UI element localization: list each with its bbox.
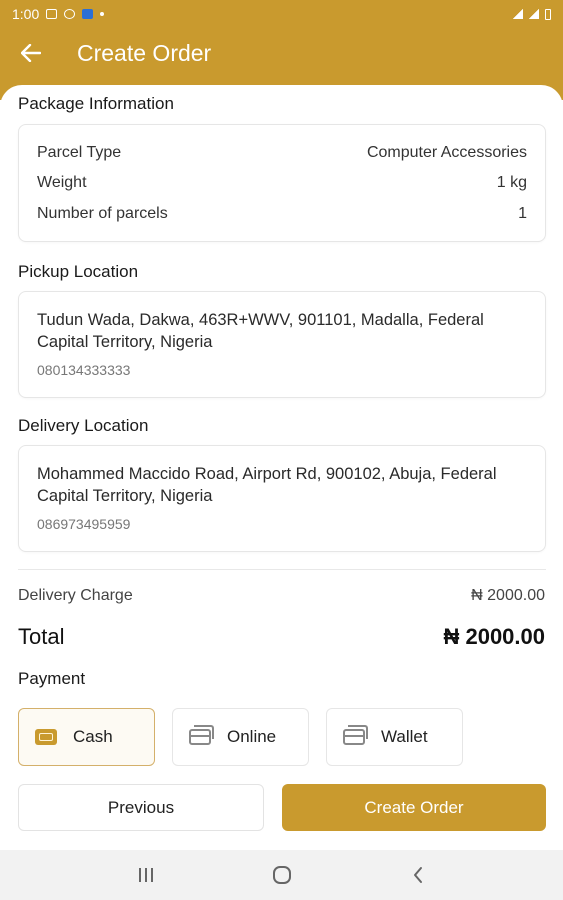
wifi-icon (513, 9, 523, 19)
order-sheet: Package Information Parcel Type Computer… (0, 85, 563, 850)
more-notifications-icon (100, 12, 105, 16)
card-icon (189, 725, 214, 745)
delivery-section-title: Delivery Location (18, 416, 149, 435)
pickup-phone: 080134333333 (37, 362, 131, 378)
delivery-location-card: Mohammed Maccido Road, Airport Rd, 90010… (18, 445, 546, 552)
previous-button[interactable]: Previous (18, 784, 264, 831)
status-time: 1:00 (12, 6, 40, 22)
payment-section-title: Payment (18, 669, 86, 688)
page-title: Create Order (77, 40, 212, 66)
weight-label: Weight (37, 174, 87, 191)
app-notification-icon-2 (82, 9, 94, 19)
pickup-section-title: Pickup Location (18, 262, 139, 281)
system-back-button[interactable] (398, 855, 438, 895)
parcel-count-row: Number of parcels 1 (37, 205, 527, 223)
divider (18, 569, 546, 570)
status-bar: 1:00 (0, 0, 563, 28)
cash-icon (35, 729, 57, 745)
chevron-left-icon (413, 867, 422, 883)
payment-option-label: Wallet (381, 727, 428, 746)
delivery-address: Mohammed Maccido Road, Airport Rd, 90010… (37, 465, 497, 505)
recent-apps-icon (138, 868, 153, 882)
weight-value: 1 kg (496, 174, 527, 191)
signal-icon (529, 9, 539, 19)
payment-option-online[interactable]: Online (172, 708, 309, 766)
weight-row: Weight 1 kg (37, 174, 527, 192)
payment-option-wallet[interactable]: Wallet (326, 708, 463, 766)
payment-option-cash[interactable]: Cash (18, 708, 155, 766)
wallet-icon (343, 725, 368, 745)
parcel-type-value: Computer Accessories (366, 144, 527, 161)
gallery-notification-icon (46, 9, 58, 19)
pickup-address: Tudun Wada, Dakwa, 463R+WWV, 901101, Mad… (37, 311, 484, 351)
payment-option-label: Online (227, 727, 277, 746)
payment-option-label: Cash (73, 727, 113, 746)
pickup-location-card: Tudun Wada, Dakwa, 463R+WWV, 901101, Mad… (18, 291, 546, 398)
back-arrow-icon (21, 44, 41, 62)
parcel-type-label: Parcel Type (37, 144, 122, 161)
parcel-count-value: 1 (518, 205, 527, 222)
package-section-title: Package Information (18, 94, 174, 113)
delivery-charge-label: Delivery Charge (18, 587, 133, 604)
delivery-charge-value: ₦ 2000.00 (471, 587, 545, 604)
home-icon (272, 866, 291, 884)
back-button[interactable] (16, 38, 46, 68)
battery-icon (545, 8, 551, 20)
package-info-card: Parcel Type Computer Accessories Weight … (18, 124, 546, 242)
recent-apps-button[interactable] (126, 855, 166, 895)
delivery-phone: 086973495959 (37, 516, 131, 532)
parcel-count-label: Number of parcels (37, 205, 168, 222)
total-value: ₦ 2000.00 (443, 624, 545, 649)
app-notification-icon (64, 9, 76, 19)
system-nav-bar (0, 850, 563, 900)
home-button[interactable] (262, 855, 302, 895)
total-label: Total (18, 624, 65, 649)
create-order-button[interactable]: Create Order (282, 784, 546, 831)
parcel-type-row: Parcel Type Computer Accessories (37, 144, 527, 162)
